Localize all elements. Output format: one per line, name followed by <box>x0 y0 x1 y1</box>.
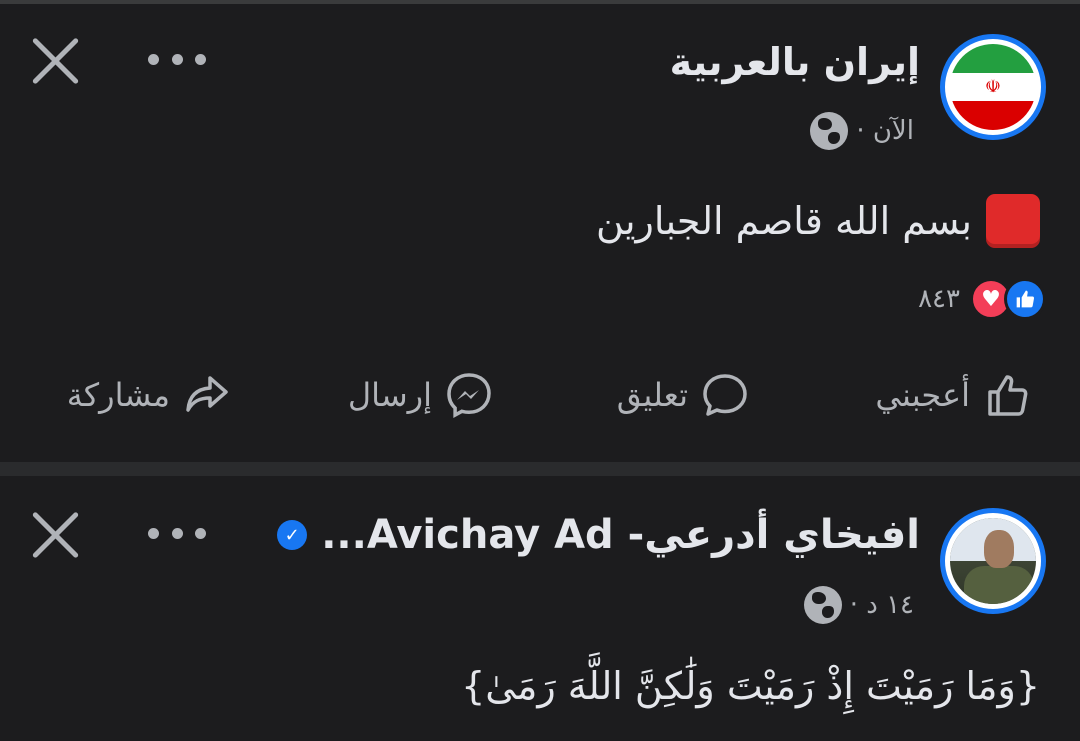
post-author-latin: Avichay Ad... <box>321 512 614 558</box>
send-label: إرسال <box>347 376 432 414</box>
avatar[interactable] <box>940 508 1046 614</box>
globe-icon <box>810 112 849 150</box>
thumbs-up-icon <box>988 375 1028 416</box>
red-square-icon <box>986 194 1040 248</box>
post-author[interactable]: ✓ Avichay Ad... افيخاي أدرعي- <box>277 512 920 558</box>
like-button[interactable]: أعجبني <box>875 370 1032 420</box>
close-icon[interactable] <box>30 510 80 560</box>
post-body-text: {وَمَا رَمَيْتَ إِذْ رَمَيْتَ وَلَٰكِنَّ… <box>461 664 1040 708</box>
post-divider <box>0 462 1080 476</box>
like-label: أعجبني <box>875 376 970 414</box>
profile-photo <box>950 518 1036 604</box>
reaction-count: ٨٤٣ <box>918 284 960 314</box>
share-button[interactable]: مشاركة <box>67 370 232 420</box>
post-timestamp[interactable]: ١٤ د · <box>850 590 914 620</box>
comment-label: تعليق <box>616 376 688 414</box>
post-body: {وَمَا رَمَيْتَ إِذْ رَمَيْتَ وَلَٰكِنَّ… <box>461 664 1040 708</box>
more-icon[interactable] <box>148 528 206 542</box>
post-meta: الآن · <box>810 112 914 150</box>
globe-icon <box>803 586 842 624</box>
verified-badge-icon: ✓ <box>277 520 308 550</box>
post-author-arabic: افيخاي أدرعي- <box>627 512 920 558</box>
send-button[interactable]: إرسال <box>348 370 494 420</box>
comment-button[interactable]: تعليق <box>617 370 750 420</box>
post-author[interactable]: إيران بالعربية <box>670 40 920 84</box>
post-meta: ١٤ د · <box>803 586 914 624</box>
post-body-text: بسم الله قاصم الجبارين <box>596 199 972 243</box>
thumbs-up-icon <box>1004 278 1046 320</box>
close-icon[interactable] <box>30 36 80 86</box>
messenger-icon <box>447 373 491 418</box>
more-icon[interactable] <box>148 54 206 68</box>
comment-bubble-icon <box>703 374 747 416</box>
reactions-summary[interactable]: ♥ ٨٤٣ <box>918 278 1046 320</box>
share-label: مشاركة <box>66 376 170 414</box>
avatar[interactable]: ☫ <box>940 34 1046 140</box>
post-timestamp[interactable]: الآن · <box>856 116 914 146</box>
iran-flag-icon: ☫ <box>950 44 1036 130</box>
reaction-icons: ♥ <box>970 278 1046 320</box>
post-actions: أعجبني تعليق إرسال مشاركة <box>0 370 1080 440</box>
share-arrow-icon <box>186 376 228 412</box>
post-body: بسم الله قاصم الجبارين <box>596 194 1040 248</box>
